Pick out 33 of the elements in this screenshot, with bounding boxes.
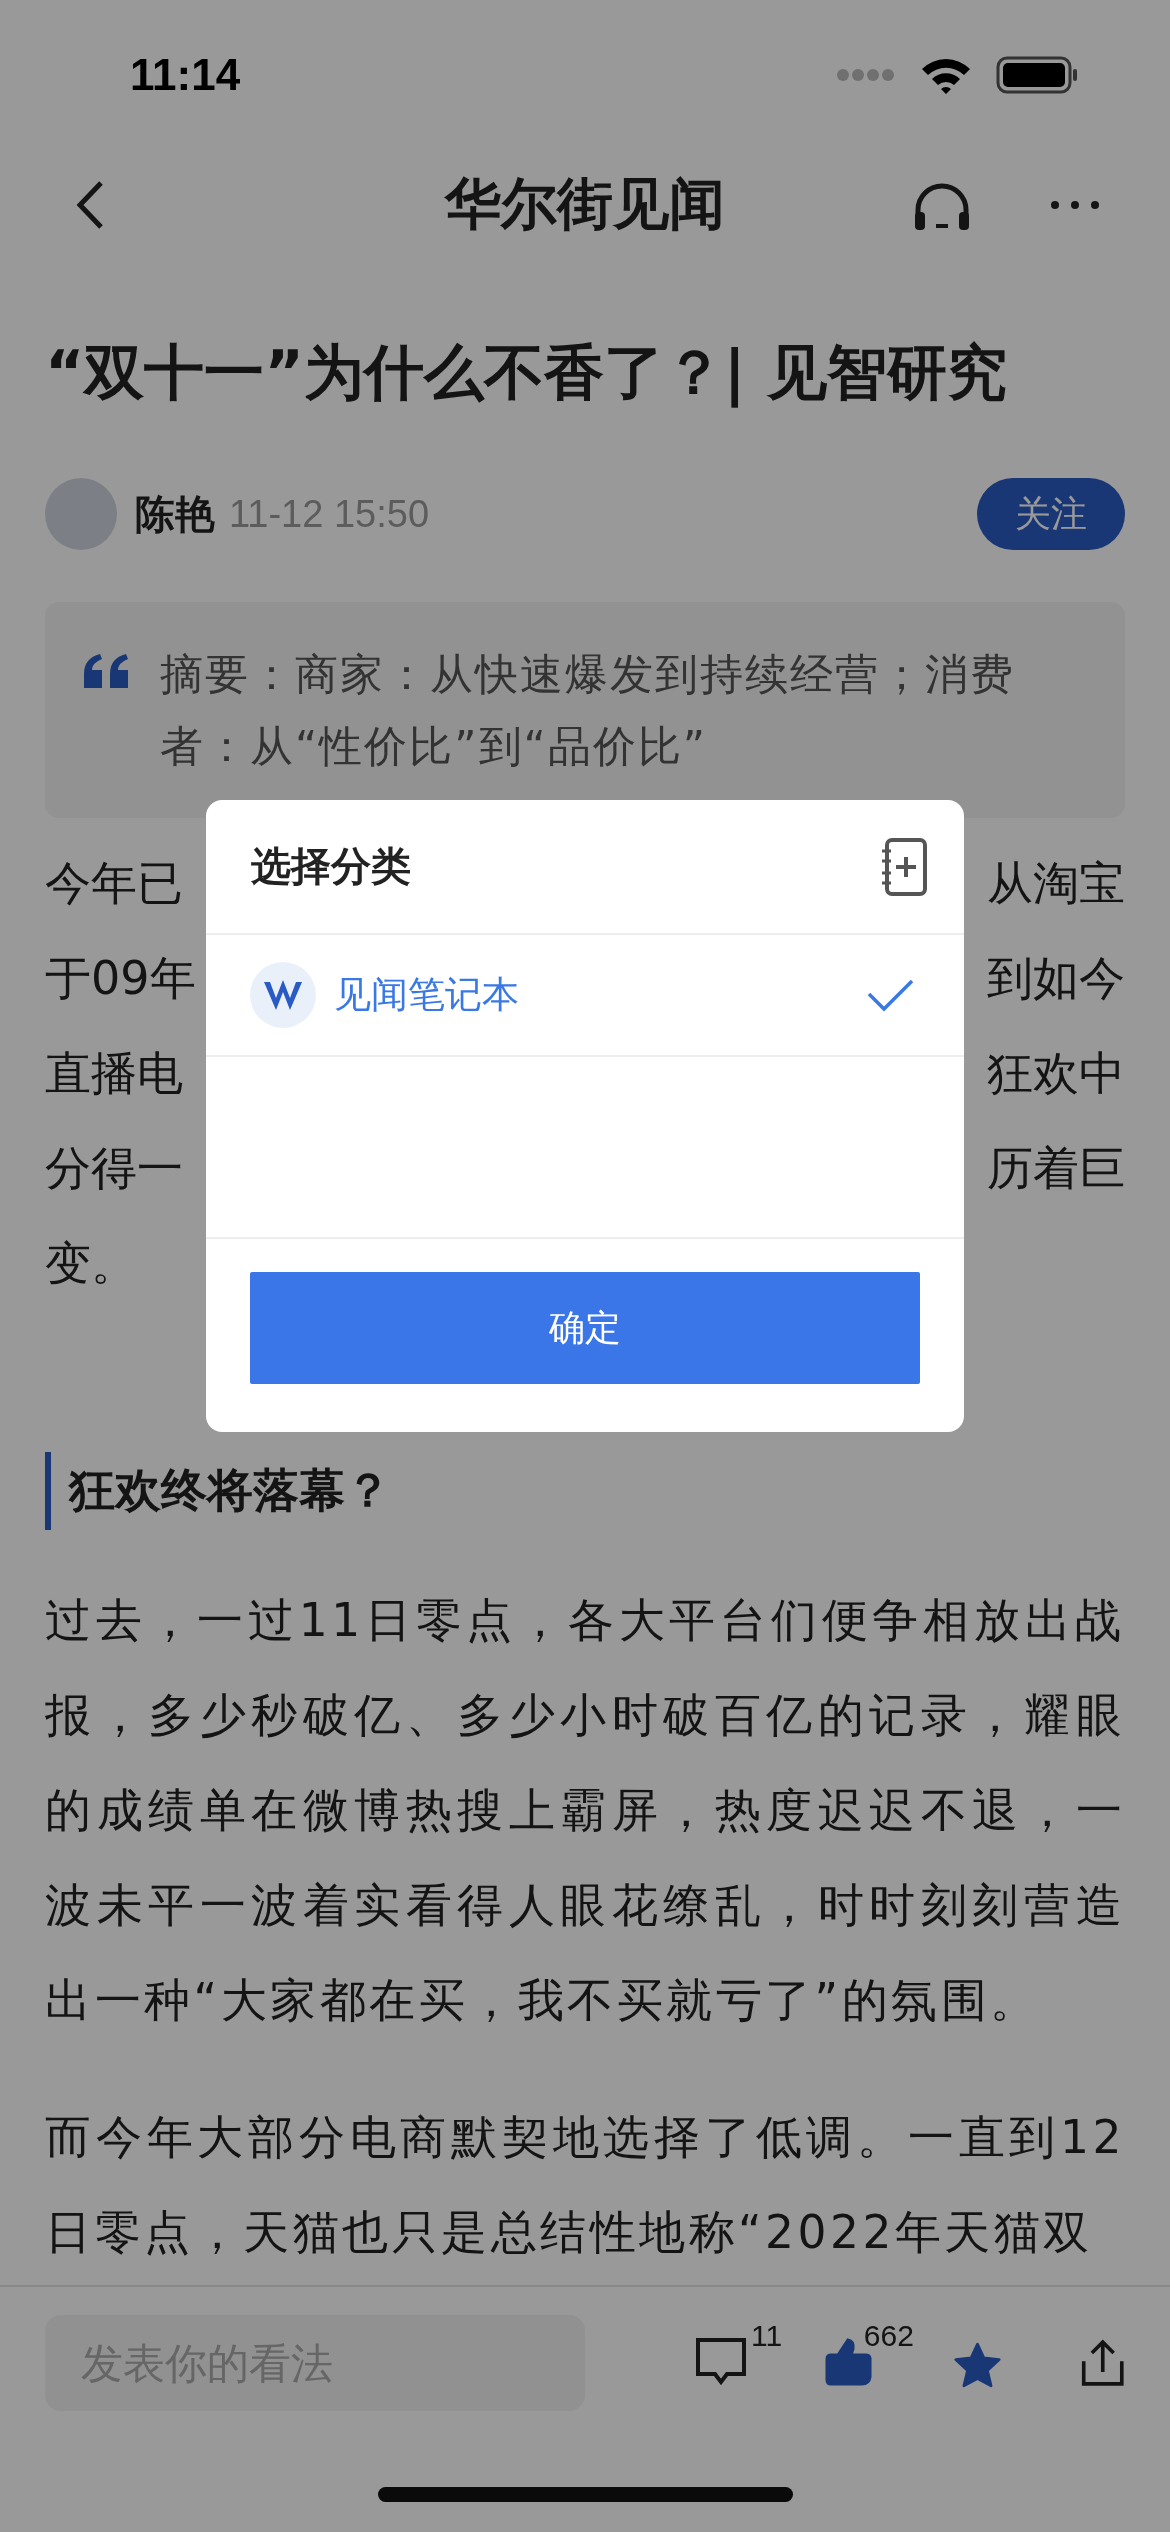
paragraph-fragment: 直播电 <box>45 1044 183 1102</box>
follow-button[interactable]: 关注 <box>977 478 1125 550</box>
paragraph: 过去，一过11日零点，各大平台们便争相放出战报，多少秒破亿、多少小时破百亿的记录，耀眼的成绩单在微博热搜上霸屏，热度迟迟不退，一波未平一波着实看得人眼花缭乱，时时刻刻营造出一种“大家都在买，我不买就亏了”的氛围。 <box>45 1593 1125 2029</box>
app-title: 华尔街见闻 <box>445 169 725 238</box>
status-time: 11:14 <box>130 50 241 100</box>
confirm-button[interactable]: 确定 <box>250 1272 920 1384</box>
paragraph-fragment: 于09年 <box>45 949 196 1007</box>
paragraph-fragment: 到如今 <box>987 949 1125 1007</box>
publish-time: 11-12 15:50 <box>229 492 430 536</box>
article-title: “双十一”为什么不香了？| 见智研究 <box>44 336 1008 410</box>
paragraph-fragment: 今年已 <box>45 854 183 912</box>
comment-count: 11 <box>751 2319 783 2353</box>
back-icon[interactable] <box>75 180 105 230</box>
comment-icon[interactable] <box>695 2337 747 2387</box>
paragraph-fragment: 历着巨 <box>987 1139 1125 1197</box>
paragraph-fragment: 从淘宝 <box>987 854 1125 912</box>
add-notebook-icon[interactable] <box>880 836 928 897</box>
check-icon <box>866 978 914 1012</box>
logo-icon <box>250 962 316 1028</box>
more-icon[interactable] <box>1050 200 1100 210</box>
paragraph: 而今年大部分电商默契地选择了低调。一直到12日零点，天猫也只是总结性地称“2022年天猫双 <box>45 2110 1125 2261</box>
paragraph-fragment: 分得一 <box>45 1139 183 1197</box>
author-name[interactable]: 陈艳 <box>135 486 215 542</box>
dialog-title: 选择分类 <box>251 842 411 891</box>
signal-icon <box>836 67 896 83</box>
share-icon[interactable] <box>1081 2337 1125 2389</box>
like-count: 662 <box>863 2319 914 2353</box>
summary-text: 摘要：商家：从快速爆发到持续经营；消费者：从“性价比”到“品价比” <box>160 648 1016 773</box>
paragraph-fragment: 狂欢中 <box>987 1044 1125 1102</box>
section-heading: 狂欢终将落幕？ <box>69 1462 391 1519</box>
paragraph-fragment: 变。 <box>45 1234 137 1292</box>
notebook-item[interactable]: 见闻笔记本 <box>206 935 964 1057</box>
battery-icon <box>996 55 1080 95</box>
